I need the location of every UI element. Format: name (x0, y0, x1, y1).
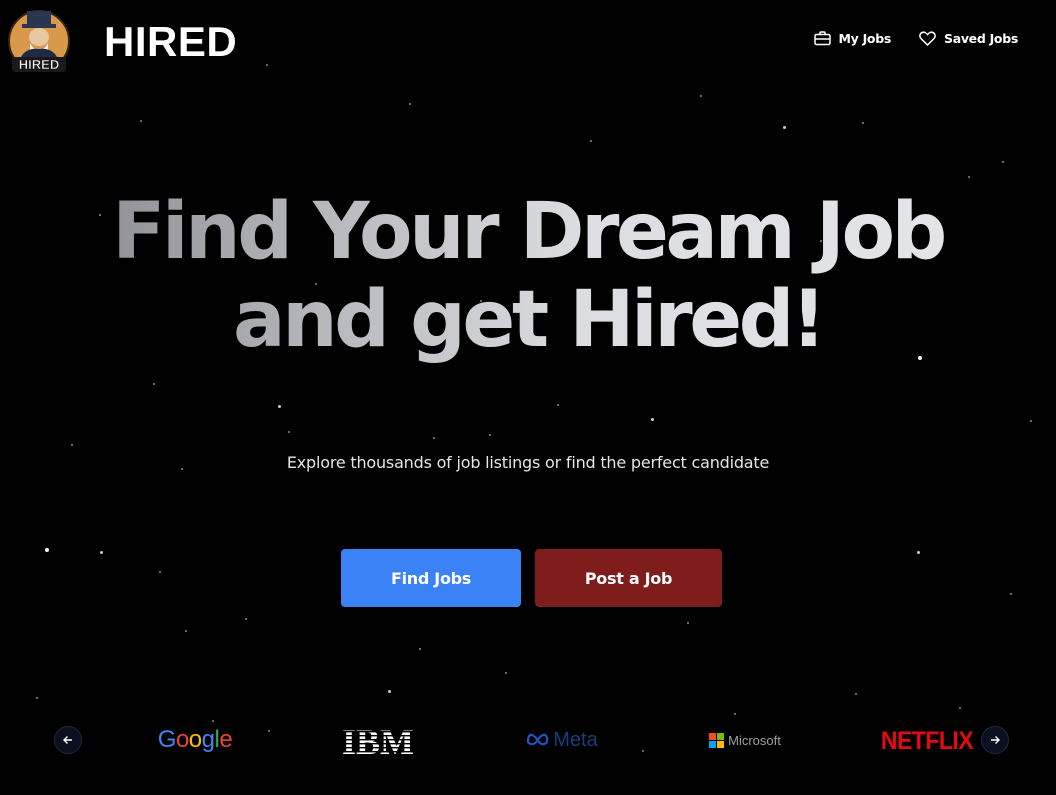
star (489, 434, 491, 436)
star (1030, 420, 1032, 422)
star (505, 672, 507, 674)
star (245, 618, 247, 620)
nav-saved-jobs-label: Saved Jobs (944, 31, 1018, 46)
briefcase-icon (813, 31, 831, 46)
star (783, 126, 786, 129)
star (153, 383, 155, 385)
hero-title-line-1: Find Your Dream Job (112, 187, 944, 277)
star (36, 697, 38, 699)
star (968, 176, 970, 178)
star (855, 693, 857, 695)
star (557, 404, 559, 406)
brand-name[interactable]: HIRED (104, 16, 237, 68)
star (71, 444, 73, 446)
carousel-next-button[interactable] (981, 726, 1009, 754)
star (1002, 161, 1004, 163)
star (734, 713, 736, 715)
svg-text:HIRED: HIRED (19, 57, 59, 72)
carousel-prev-button[interactable] (54, 726, 82, 754)
microsoft-logo: Microsoft (705, 722, 785, 758)
star (642, 750, 644, 752)
star (700, 95, 702, 97)
hero-title-line-2: and get Hired! (232, 275, 824, 365)
starfield-background (0, 0, 1056, 795)
netflix-logo: NETFLIX (881, 720, 974, 760)
star (651, 418, 654, 421)
star (917, 551, 920, 554)
star (959, 707, 961, 709)
star (1010, 593, 1012, 595)
find-jobs-button[interactable]: Find Jobs (341, 549, 521, 607)
top-nav: My Jobs Saved Jobs (813, 31, 1018, 46)
nav-saved-jobs[interactable]: Saved Jobs (919, 31, 1018, 46)
microsoft-windows-icon (709, 732, 725, 748)
google-logo: Google (150, 722, 240, 758)
star (268, 730, 270, 732)
star (159, 571, 161, 573)
star (862, 122, 864, 124)
ibm-logo: IBM (336, 722, 420, 758)
ibm-wordmark: IBM (342, 724, 414, 756)
google-wordmark: Google (157, 726, 233, 753)
star (388, 690, 391, 693)
microsoft-wordmark: Microsoft (728, 732, 781, 748)
nav-my-jobs-label: My Jobs (838, 31, 892, 46)
star (100, 551, 103, 554)
star (409, 103, 411, 105)
brand-logo[interactable]: HIRED (8, 7, 70, 75)
star (433, 437, 435, 439)
nav-my-jobs[interactable]: My Jobs (813, 31, 892, 46)
star (266, 64, 268, 66)
post-a-job-button[interactable]: Post a Job (535, 549, 722, 607)
star (140, 120, 142, 122)
star (590, 140, 592, 142)
star (687, 622, 689, 624)
star (185, 630, 187, 632)
star (278, 405, 281, 408)
star (419, 648, 421, 650)
star (288, 431, 290, 433)
meta-logo: Meta (520, 722, 604, 758)
meta-infinity-icon (526, 729, 550, 752)
landing-page: HIRED HIRED My Jobs Saved Jobs Find Your… (0, 0, 1056, 795)
heart-icon (919, 31, 936, 46)
hero-subtitle: Explore thousands of job listings or fin… (286, 453, 770, 472)
meta-wordmark: Meta (553, 728, 598, 751)
netflix-wordmark: NETFLIX (880, 725, 974, 754)
hero-title: Find Your Dream Job and get Hired! (0, 188, 1056, 364)
star (45, 548, 49, 552)
arrow-left-icon (62, 731, 74, 750)
arrow-right-icon (989, 731, 1001, 750)
